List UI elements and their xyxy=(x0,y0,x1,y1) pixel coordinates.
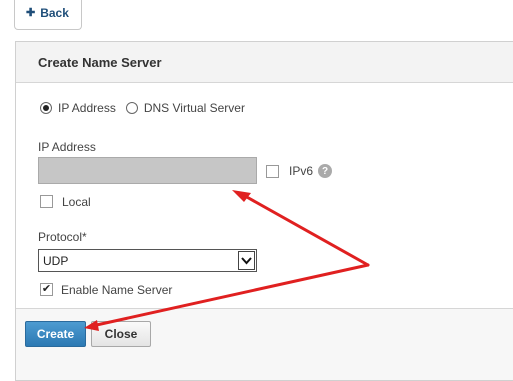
ip-address-label: IP Address xyxy=(38,140,96,154)
protocol-value: UDP xyxy=(43,253,69,268)
arrow-left-icon: ✚ xyxy=(26,7,36,19)
protocol-select[interactable]: UDP xyxy=(38,249,257,272)
dialog-title: Create Name Server xyxy=(38,55,162,70)
create-name-server-dialog: Create Name Server IP Address DNS Virtua… xyxy=(15,41,513,381)
protocol-label: Protocol* xyxy=(38,230,87,244)
enable-name-server-checkbox[interactable] xyxy=(40,283,53,296)
ip-address-input[interactable] xyxy=(38,157,257,184)
radio-ip-address-label[interactable]: IP Address xyxy=(58,101,116,115)
radio-dns-virtual-server-label[interactable]: DNS Virtual Server xyxy=(144,101,245,115)
ipv6-label: IPv6 xyxy=(289,164,314,178)
top-bar: ✚ Back xyxy=(0,0,513,34)
radio-ip-address[interactable] xyxy=(40,102,52,114)
enable-name-server-label: Enable Name Server xyxy=(61,283,173,297)
help-icon[interactable]: ? xyxy=(318,164,332,178)
footer-divider xyxy=(16,308,513,309)
radio-dns-virtual-server[interactable] xyxy=(125,102,138,114)
ipv6-checkbox[interactable] xyxy=(266,165,279,178)
local-label: Local xyxy=(62,195,91,209)
create-button[interactable]: Create xyxy=(25,321,86,347)
local-checkbox[interactable] xyxy=(40,195,53,208)
back-label: Back xyxy=(40,5,69,20)
dialog-header: Create Name Server xyxy=(16,42,513,83)
address-type-radio-group: IP Address DNS Virtual Server xyxy=(40,101,255,115)
chevron-down-icon[interactable] xyxy=(238,251,255,270)
close-button[interactable]: Close xyxy=(91,321,151,347)
back-button[interactable]: ✚ Back xyxy=(14,0,82,30)
